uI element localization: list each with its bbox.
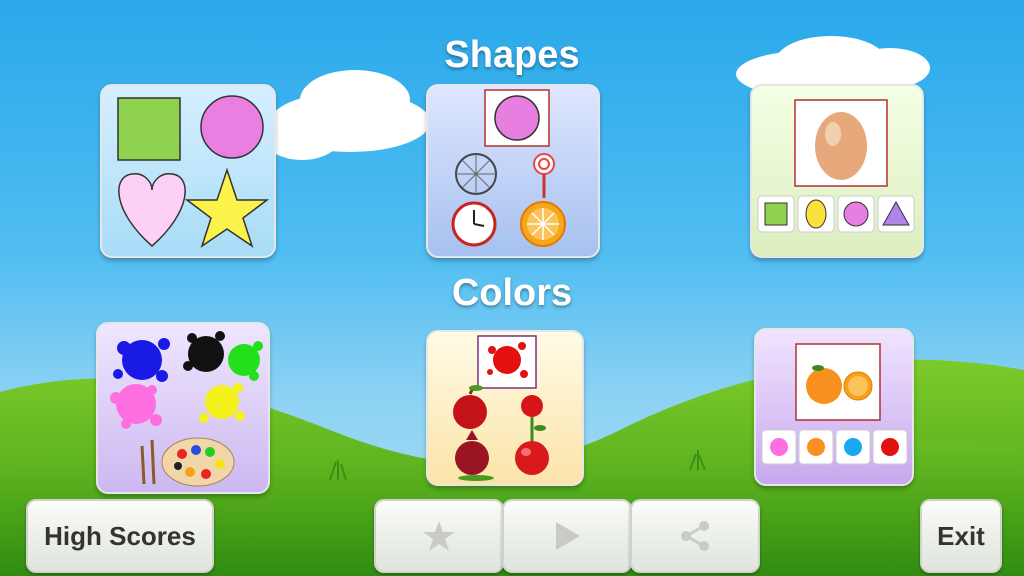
basic-shapes-icon	[117, 95, 270, 248]
high-scores-button[interactable]: High Scores	[26, 499, 214, 573]
play-button[interactable]	[502, 499, 632, 573]
colors-learn-card[interactable]	[96, 322, 270, 494]
exit-button[interactable]: Exit	[920, 499, 1002, 573]
share-button[interactable]	[630, 499, 760, 573]
exit-label: Exit	[937, 520, 985, 551]
section-title-shapes: Shapes	[444, 34, 580, 76]
shapes-quiz-card[interactable]	[750, 84, 924, 258]
shape-objects-icon	[451, 89, 566, 247]
egg-shape-quiz-icon	[757, 99, 915, 233]
colors-match-card[interactable]	[426, 330, 584, 486]
rate-button[interactable]	[374, 499, 504, 573]
game-menu-screen: Shapes Colors High Scores Exit	[0, 0, 1024, 576]
section-title-colors: Colors	[451, 272, 573, 314]
high-scores-label: High Scores	[44, 520, 196, 551]
paint-splashes-icon	[110, 331, 263, 487]
star-icon	[423, 521, 455, 551]
play-icon	[556, 522, 580, 550]
shapes-learn-card[interactable]	[100, 84, 276, 258]
red-objects-icon	[453, 335, 549, 481]
colors-quiz-card[interactable]	[754, 328, 914, 486]
share-icon	[681, 521, 709, 551]
orange-color-quiz-icon	[761, 343, 908, 465]
shapes-match-card[interactable]	[426, 84, 600, 258]
